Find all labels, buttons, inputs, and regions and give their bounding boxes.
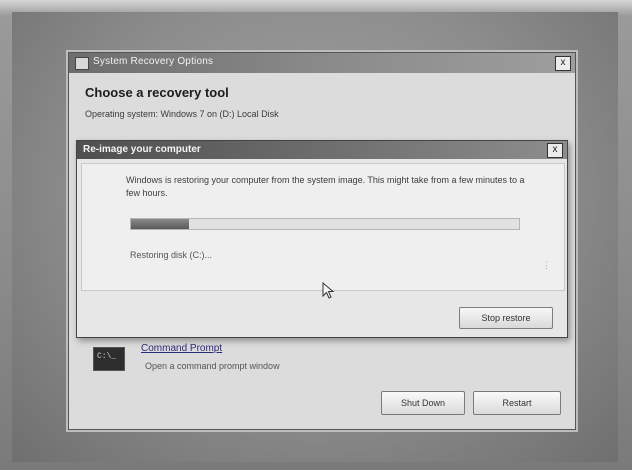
mouse-pointer-icon [322, 282, 335, 299]
stop-restore-button[interactable]: Stop restore [459, 307, 553, 329]
window-title: System Recovery Options [93, 56, 214, 67]
window-close-button[interactable]: x [555, 56, 571, 71]
dialog-title: Re-image your computer [83, 144, 201, 155]
dialog-close-button[interactable]: x [547, 143, 563, 158]
shut-down-button[interactable]: Shut Down [381, 391, 465, 415]
dialog-titlebar: Re-image your computer x [77, 141, 567, 159]
restore-status: Restoring disk (C:)... [130, 250, 213, 260]
command-prompt-link[interactable]: Command Prompt [141, 343, 222, 354]
window-titlebar: System Recovery Options x [69, 53, 575, 73]
command-prompt-icon: C:\_ [93, 347, 125, 371]
page-heading: Choose a recovery tool [85, 85, 229, 100]
progress-fill [131, 219, 190, 229]
dialog-body: Windows is restoring your computer from … [81, 163, 565, 291]
restore-progress-bar [130, 218, 520, 230]
resize-grip-icon: ⋮ [542, 260, 551, 270]
operating-system-label: Operating system: Windows 7 on (D:) Loca… [85, 109, 279, 119]
restore-message: Windows is restoring your computer from … [126, 175, 525, 198]
restart-button[interactable]: Restart [473, 391, 561, 415]
window-app-icon [75, 57, 89, 70]
command-prompt-description: Open a command prompt window [145, 361, 280, 371]
reimage-dialog: Re-image your computer x Windows is rest… [76, 140, 568, 338]
